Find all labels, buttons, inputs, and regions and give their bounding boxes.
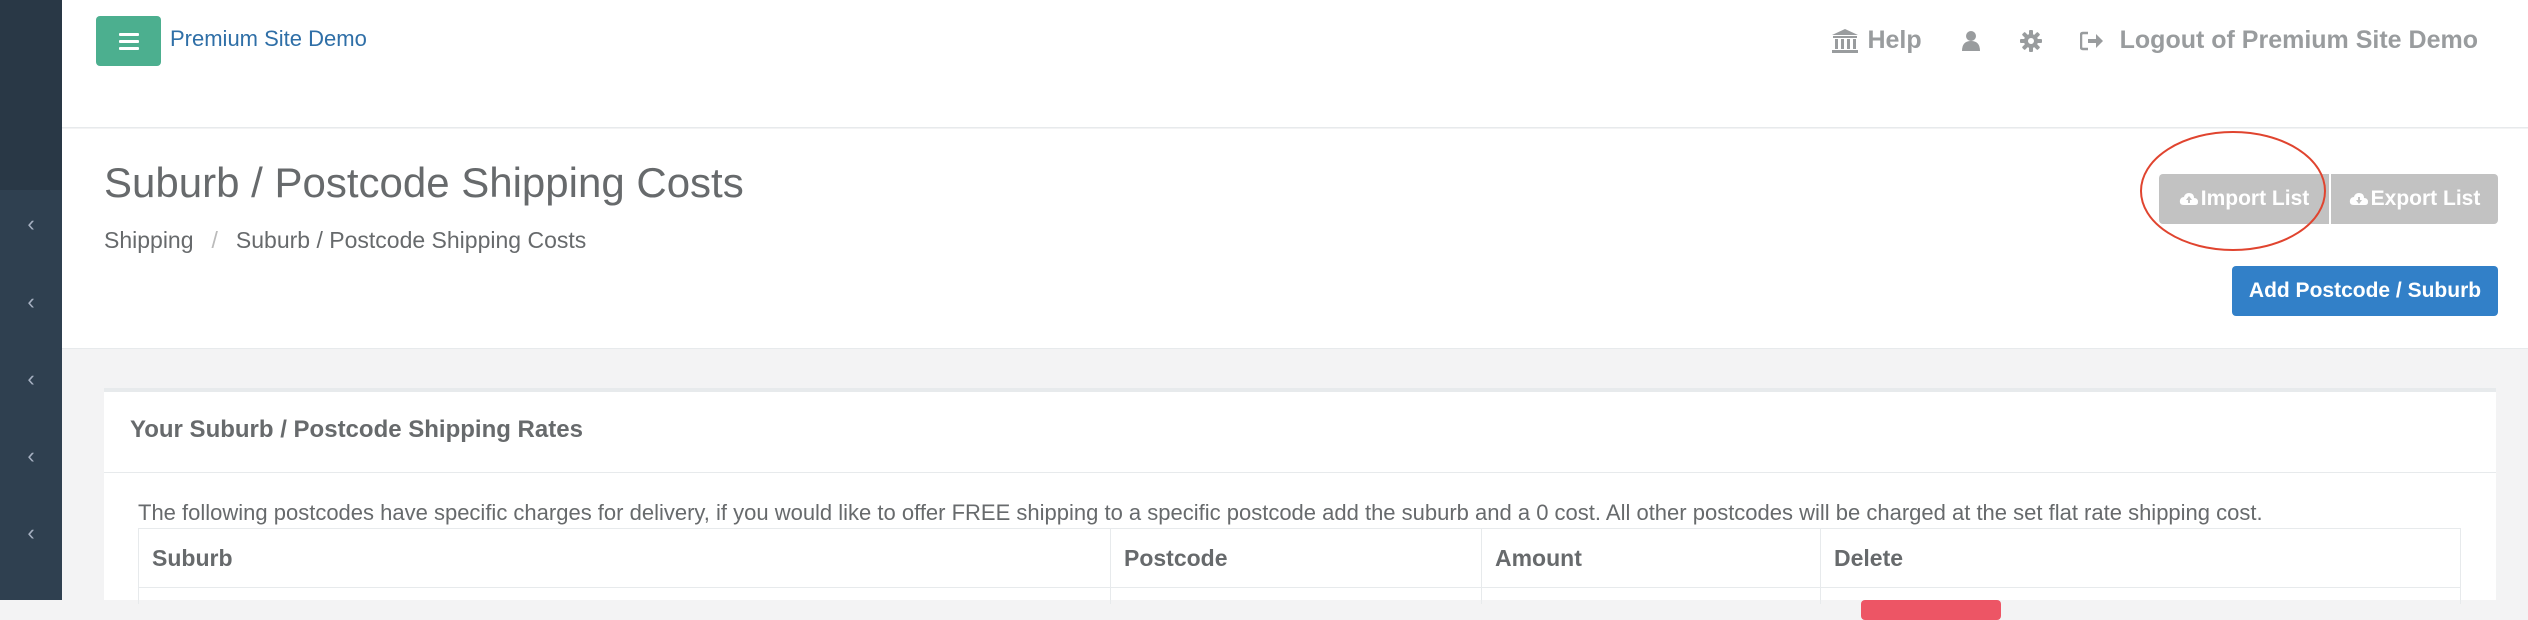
help-label: Help bbox=[1867, 26, 1922, 54]
user-icon bbox=[1961, 30, 1980, 52]
breadcrumb: Shipping / Suburb / Postcode Shipping Co… bbox=[104, 227, 586, 254]
page-heading: Suburb / Postcode Shipping Costs Shippin… bbox=[62, 129, 2528, 349]
breadcrumb-separator: / bbox=[211, 227, 218, 253]
logout-link[interactable]: Logout of Premium Site Demo bbox=[2079, 26, 2478, 55]
column-header-delete: Delete bbox=[1834, 544, 1904, 571]
breadcrumb-current: Suburb / Postcode Shipping Costs bbox=[235, 227, 587, 253]
breadcrumb-shipping[interactable]: Shipping bbox=[104, 227, 194, 254]
column-header-amount: Amount bbox=[1482, 529, 1821, 587]
delete-button[interactable] bbox=[1861, 600, 2001, 620]
sign-out-icon bbox=[2079, 31, 2104, 51]
user-profile-link[interactable] bbox=[1961, 30, 1980, 52]
chevron-left-icon[interactable]: ‹ bbox=[0, 513, 62, 553]
top-navbar: Premium Site Demo Help Logout of Premium… bbox=[62, 0, 2528, 128]
export-list-button[interactable]: Export List bbox=[2331, 174, 2498, 224]
panel-description: The following postcodes have specific ch… bbox=[138, 500, 2263, 525]
panel-divider bbox=[104, 472, 2496, 473]
chevron-left-icon[interactable]: ‹ bbox=[0, 282, 62, 322]
cloud-download-icon bbox=[2349, 192, 2369, 206]
shipping-rates-panel: Your Suburb / Postcode Shipping Rates Th… bbox=[104, 388, 2496, 620]
cell-delete bbox=[1821, 588, 2460, 620]
column-header-suburb: Suburb bbox=[139, 529, 1111, 587]
panel-title: Your Suburb / Postcode Shipping Rates bbox=[130, 416, 583, 443]
bank-icon bbox=[1831, 28, 1859, 54]
menu-toggle-button[interactable] bbox=[96, 16, 161, 66]
export-list-label: Export List bbox=[2370, 187, 2481, 210]
cell-amount bbox=[1482, 588, 1821, 604]
table-row bbox=[138, 588, 2461, 620]
sidebar-logo-area bbox=[0, 0, 62, 190]
add-postcode-suburb-button[interactable]: Add Postcode / Suburb bbox=[2232, 266, 2498, 316]
top-nav: Help Logout of Premium Site Demo bbox=[1831, 26, 2478, 55]
help-link[interactable]: Help bbox=[1831, 26, 1922, 55]
table-header: Suburb Postcode Amount Delete bbox=[138, 528, 2461, 588]
chevron-left-icon[interactable]: ‹ bbox=[0, 204, 62, 244]
page-title: Suburb / Postcode Shipping Costs bbox=[104, 159, 744, 206]
chevron-left-icon[interactable]: ‹ bbox=[0, 436, 62, 476]
gear-icon bbox=[2019, 29, 2042, 52]
hamburger-icon bbox=[118, 29, 139, 54]
settings-link[interactable] bbox=[2019, 29, 2042, 52]
sidebar: ‹ ‹ ‹ ‹ ‹ bbox=[0, 0, 62, 600]
cell-suburb bbox=[139, 588, 1111, 604]
chevron-left-icon[interactable]: ‹ bbox=[0, 359, 62, 399]
annotation-circle bbox=[2140, 131, 2326, 251]
logout-label: Logout of Premium Site Demo bbox=[2119, 26, 2478, 54]
cell-postcode bbox=[1111, 588, 1482, 604]
column-header-postcode: Postcode bbox=[1111, 529, 1482, 587]
site-name-link[interactable]: Premium Site Demo bbox=[170, 26, 367, 52]
